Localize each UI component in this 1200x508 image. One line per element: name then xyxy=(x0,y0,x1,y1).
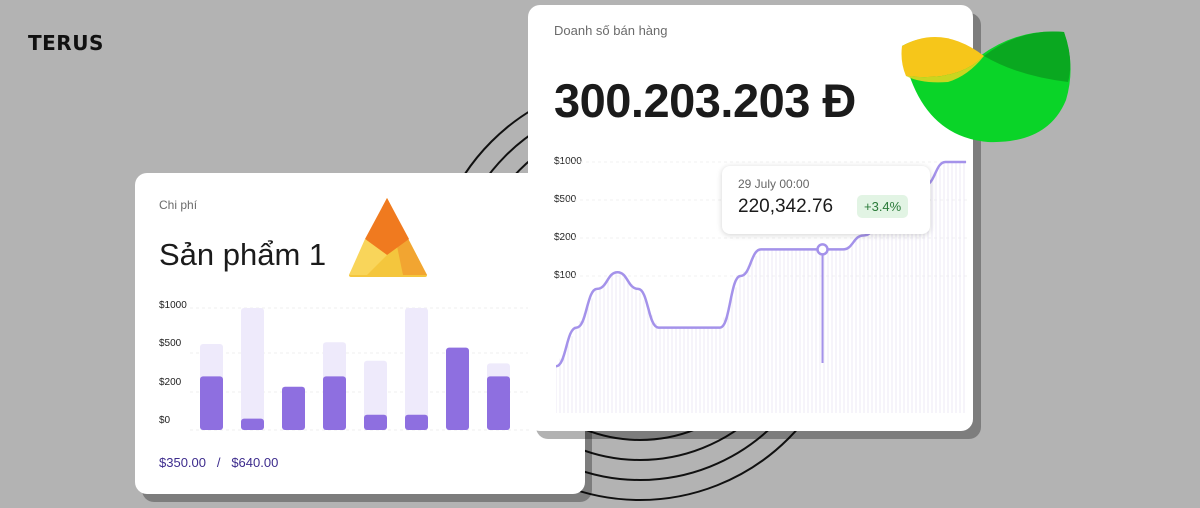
tooltip-value: 220,342.76 xyxy=(738,196,834,217)
bar-track xyxy=(405,308,428,430)
bar xyxy=(282,386,305,430)
total-value: $350.00 xyxy=(159,455,206,470)
y-tick-label: $200 xyxy=(159,377,182,388)
change-badge: +3.4% xyxy=(857,195,909,218)
bar-track xyxy=(241,308,264,430)
expense-bar-chart xyxy=(190,307,530,431)
tooltip-date: 29 July 00:00 xyxy=(738,177,810,191)
bar xyxy=(364,414,387,430)
green-yellow-leaf-logo xyxy=(901,31,1071,143)
chart-tooltip: 29 July 00:00 220,342.76 +3.4% xyxy=(722,166,930,234)
y-tick-label: $1000 xyxy=(159,300,187,311)
expense-totals: $350.00 / $640.00 xyxy=(159,455,278,470)
sales-amount: 300.203.203 Đ xyxy=(554,74,856,127)
expense-card-label: Chi phí xyxy=(159,198,198,212)
y-tick-label: $500 xyxy=(159,338,182,349)
bar xyxy=(405,414,428,430)
expense-card-title: Sản phẩm 1 xyxy=(159,237,327,272)
bar xyxy=(200,376,223,430)
expense-card: Chi phí Sản phẩm 1 $1000 $500 $200 $0 $3… xyxy=(135,173,585,494)
bar xyxy=(446,347,469,430)
highlight-point[interactable] xyxy=(816,243,829,256)
orange-triangle-logo xyxy=(349,198,427,277)
bar xyxy=(241,418,264,430)
bar xyxy=(487,376,510,430)
sales-card-label: Doanh số bán hàng xyxy=(554,23,668,38)
total-value: $640.00 xyxy=(231,455,279,470)
y-tick-label: $0 xyxy=(159,415,171,426)
total-separator: / xyxy=(216,455,221,470)
bar xyxy=(323,376,346,430)
